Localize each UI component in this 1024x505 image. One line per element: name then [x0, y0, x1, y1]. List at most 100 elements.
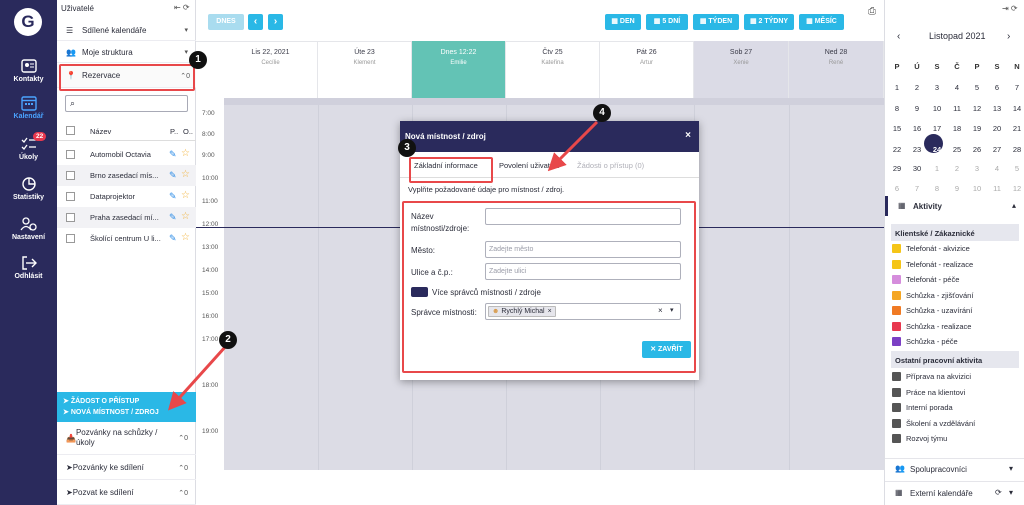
mini-calendar[interactable]: P Ú S Č P S N 1 2 3 4 5 6 7 8 9 10 11 12 13 14 15 16 17 18 19 20 21…	[885, 0, 1024, 200]
day-header[interactable]: Pát 26 Artur	[600, 41, 694, 98]
activity-item[interactable]: Telefonát - péče	[892, 274, 959, 285]
view-2weeks-button[interactable]: ▦ 2 TÝDNY	[744, 14, 794, 30]
mini-calendar-day[interactable]: 16	[907, 124, 927, 133]
mini-calendar-day[interactable]: 18	[947, 124, 967, 133]
table-row[interactable]: Brno zasedací mís... ✎ ☆	[57, 165, 196, 186]
mini-calendar-day[interactable]: 15	[887, 124, 907, 133]
sync-icon[interactable]: ⟳	[995, 488, 1002, 497]
table-row[interactable]: Dataprojektor ✎ ☆	[57, 186, 196, 207]
collapse-icon[interactable]: ⇤ ⟳	[174, 3, 190, 12]
tab-access-requests[interactable]: Žádosti o přístup (0)	[577, 161, 644, 170]
mini-calendar-day[interactable]: 8	[887, 104, 907, 113]
mini-calendar-day[interactable]: 8	[927, 184, 947, 193]
other-section-header[interactable]: Ostatní pracovní aktivita	[891, 351, 1019, 368]
mini-calendar-day[interactable]: 11	[987, 184, 1007, 193]
select-all-checkbox[interactable]	[66, 126, 75, 135]
mini-calendar-day[interactable]: 26	[967, 145, 987, 154]
edit-icon[interactable]: ✎	[169, 191, 177, 202]
activities-header[interactable]: ▦ Aktivity ▴	[885, 196, 1024, 216]
activity-item[interactable]: Schůzka - uzavírání	[892, 305, 972, 316]
mini-calendar-day[interactable]: 17	[927, 124, 947, 133]
nav-calendar[interactable]: Kalendář	[0, 95, 57, 120]
close-icon[interactable]: ×	[685, 130, 691, 141]
activity-item[interactable]: Práce na klientovi	[892, 387, 965, 398]
activity-item[interactable]: Školení a vzdělávání	[892, 418, 975, 429]
activity-item[interactable]: Interní porada	[892, 402, 953, 413]
table-row[interactable]: Školící centrum U li... ✎ ☆	[57, 228, 196, 249]
next-button[interactable]: ›	[268, 14, 283, 30]
nav-tasks[interactable]: 22 Úkoly	[0, 132, 57, 161]
edit-icon[interactable]: ✎	[169, 212, 177, 223]
print-icon[interactable]: ⎙	[868, 6, 876, 17]
prev-button[interactable]: ‹	[248, 14, 263, 30]
star-icon[interactable]: ☆	[181, 232, 190, 243]
mini-calendar-day[interactable]: 7	[1007, 83, 1024, 92]
mini-calendar-day[interactable]: 29	[887, 164, 907, 173]
mini-calendar-day[interactable]: 6	[987, 83, 1007, 92]
mini-calendar-day[interactable]: 2	[947, 164, 967, 173]
app-logo[interactable]: G	[14, 8, 42, 36]
mini-calendar-day[interactable]: 14	[1007, 104, 1024, 113]
mini-calendar-day[interactable]: 1	[887, 83, 907, 92]
row-checkbox[interactable]	[66, 234, 75, 243]
mini-calendar-day[interactable]: 30	[907, 164, 927, 173]
today-button[interactable]: DNES	[208, 14, 244, 30]
resource-search-input[interactable]: ⌕	[65, 95, 188, 112]
mini-calendar-day[interactable]: 5	[967, 83, 987, 92]
nav-settings[interactable]: Nastavení	[0, 216, 57, 241]
day-header[interactable]: Úte 23 Klement	[318, 41, 412, 98]
mini-calendar-day[interactable]: 23	[907, 145, 927, 154]
view-day-button[interactable]: ▦ DEN	[605, 14, 641, 30]
mini-calendar-day[interactable]: 4	[987, 164, 1007, 173]
mini-calendar-day[interactable]: 13	[987, 104, 1007, 113]
day-header[interactable]: Ned 28 René	[789, 41, 884, 98]
edit-icon[interactable]: ✎	[169, 233, 177, 244]
star-icon[interactable]: ☆	[181, 190, 190, 201]
allday-resizer[interactable]	[224, 98, 884, 105]
mini-calendar-day[interactable]: 12	[967, 104, 987, 113]
mini-calendar-day[interactable]: 1	[927, 164, 947, 173]
invitations-sharing-row[interactable]: ➤ Pozvánky ke sdílení ⌃0	[57, 456, 196, 480]
view-5days-button[interactable]: ▦ 5 DNÍ	[646, 14, 688, 30]
new-room-button[interactable]: ➤ NOVÁ MÍSTNOST / ZDROJ	[63, 407, 196, 418]
tab-allowed-users[interactable]: Povolení uživatelé	[499, 161, 560, 170]
mini-calendar-day[interactable]: 21	[1007, 124, 1024, 133]
nav-contacts[interactable]: Kontakty	[0, 58, 57, 83]
mini-calendar-day[interactable]: 24	[927, 145, 947, 154]
table-row[interactable]: Praha zasedací mí... ✎ ☆	[57, 207, 196, 228]
mini-calendar-day[interactable]: 6	[887, 184, 907, 193]
row-checkbox[interactable]	[66, 192, 75, 201]
activity-item[interactable]: Příprava na akvizici	[892, 371, 971, 382]
mini-calendar-day[interactable]: 2	[907, 83, 927, 92]
mini-calendar-day[interactable]: 7	[907, 184, 927, 193]
row-checkbox[interactable]	[66, 171, 75, 180]
table-row[interactable]: Automobil Octavia ✎ ☆	[57, 144, 196, 165]
mini-calendar-day[interactable]: 9	[907, 104, 927, 113]
day-header-today[interactable]: Dnes 12:22 Emilie	[412, 41, 506, 98]
mini-calendar-day[interactable]: 10	[967, 184, 987, 193]
star-icon[interactable]: ☆	[181, 148, 190, 159]
mini-calendar-day[interactable]: 25	[947, 145, 967, 154]
mini-calendar-day[interactable]: 5	[1007, 164, 1024, 173]
nav-statistics[interactable]: Statistiky	[0, 176, 57, 201]
day-header[interactable]: Sob 27 Xenie	[694, 41, 789, 98]
mini-calendar-day[interactable]: 19	[967, 124, 987, 133]
collaborators-row[interactable]: 👥 Spolupracovníci ▾	[885, 458, 1024, 479]
nav-logout[interactable]: Odhlásit	[0, 255, 57, 280]
mini-calendar-day[interactable]: 28	[1007, 145, 1024, 154]
request-access-button[interactable]: ➤ ŽÁDOST O PŘÍSTUP	[63, 396, 196, 407]
mini-calendar-day[interactable]: 3	[927, 83, 947, 92]
invitations-meetings-row[interactable]: 📥 Pozvánky na schůzky / úkoly ⌃0	[57, 422, 196, 455]
activity-item[interactable]: Schůzka - zjišťování	[892, 290, 973, 301]
mini-calendar-day[interactable]: 20	[987, 124, 1007, 133]
row-checkbox[interactable]	[66, 213, 75, 222]
mini-calendar-day[interactable]: 22	[887, 145, 907, 154]
star-icon[interactable]: ☆	[181, 211, 190, 222]
mini-calendar-day[interactable]: 4	[947, 83, 967, 92]
day-header[interactable]: Lis 22, 2021 Cecílie	[224, 41, 318, 98]
activity-item[interactable]: Telefonát - akvizice	[892, 243, 970, 254]
mini-calendar-day[interactable]: 27	[987, 145, 1007, 154]
mini-calendar-day[interactable]: 3	[967, 164, 987, 173]
view-month-button[interactable]: ▦ MĚSÍC	[799, 14, 844, 30]
star-icon[interactable]: ☆	[181, 169, 190, 180]
